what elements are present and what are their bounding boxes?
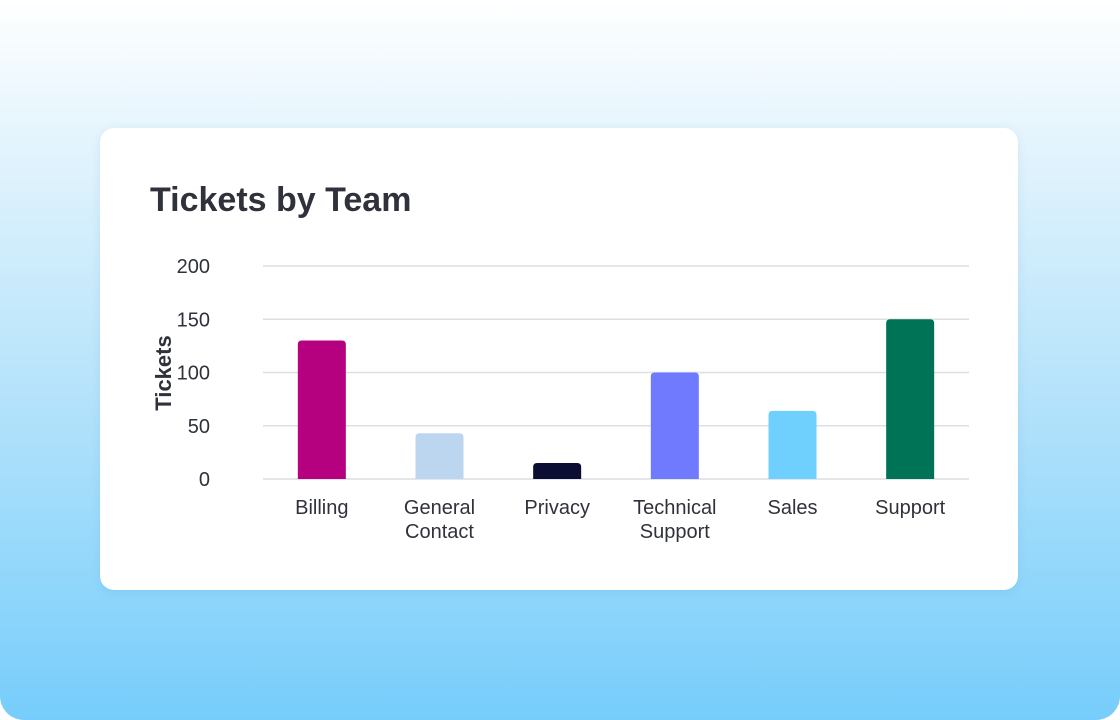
- bar-privacy: [533, 463, 582, 479]
- y-tick-label: 50: [188, 416, 210, 438]
- bar-general-contact: [415, 433, 464, 479]
- x-tick-label: Technical Support: [633, 497, 716, 543]
- x-tick-label: Sales: [767, 497, 817, 519]
- y-tick-label: 100: [177, 363, 210, 385]
- x-tick-label: Billing: [295, 497, 348, 519]
- y-tick-label: 200: [177, 256, 210, 278]
- bar-sales: [768, 410, 817, 479]
- x-tick-label: Support: [875, 497, 945, 519]
- x-tick-label: General Contact: [404, 497, 475, 543]
- y-tick-label: 0: [199, 469, 210, 491]
- chart-card: Tickets by Team Tickets 0 50 100 150 200 Bill…: [100, 128, 1018, 590]
- y-tick-label: 150: [177, 309, 210, 331]
- bar-support: [886, 319, 935, 479]
- bar-technical-support: [650, 372, 699, 479]
- x-tick-label: Privacy: [524, 497, 590, 519]
- bar-billing: [297, 340, 346, 479]
- page-background: Tickets by Team Tickets 0 50 100 150 200 Bill…: [0, 0, 1120, 720]
- bar-chart-plot: 0 50 100 150 200 Billing General Contact Privacy…: [177, 256, 969, 543]
